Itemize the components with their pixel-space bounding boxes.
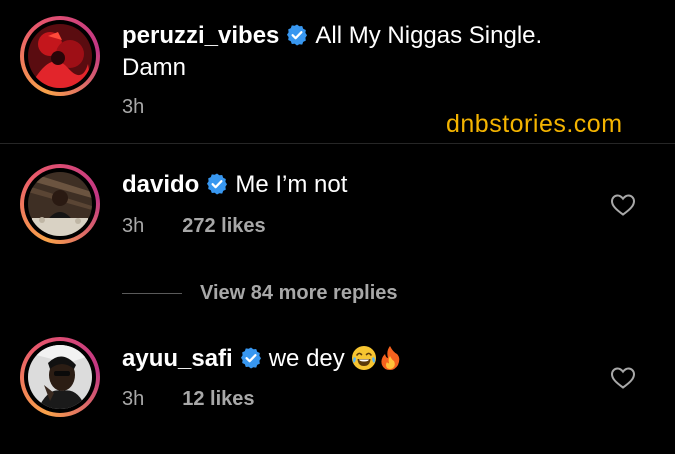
comment-text: we dey [268, 345, 345, 372]
heart-outline-icon[interactable] [610, 366, 636, 390]
comment-line: ayuu_safi we dey [122, 343, 403, 375]
verified-badge-icon [239, 346, 263, 370]
comment-text: Me I’m not [235, 171, 348, 198]
comment-line: davido Me I’m not [122, 169, 347, 201]
replies-line [122, 292, 182, 294]
caption-divider [0, 143, 675, 144]
comment-text: All My Niggas Single. [315, 22, 543, 49]
username[interactable]: davido [122, 171, 199, 198]
avatar-ayuu-safi [28, 345, 92, 409]
comment-meta: 3h [122, 96, 144, 119]
watermark: dnbstories.com [446, 110, 623, 138]
comment-line: peruzzi_vibes All My Niggas Single. [122, 20, 542, 52]
fire-emoji-icon [377, 345, 403, 371]
likes-count[interactable]: 272 likes [182, 215, 265, 237]
comment-text-line2: Damn [122, 54, 187, 81]
comment-time: 3h [122, 388, 145, 410]
story-ring-avatar[interactable] [20, 164, 100, 244]
avatar-peruzzi-vibes [28, 24, 92, 88]
story-ring-avatar[interactable] [20, 16, 100, 96]
username[interactable]: ayuu_safi [122, 345, 233, 372]
view-more-replies-label: View 84 more replies [200, 281, 398, 304]
view-more-replies-button[interactable]: View 84 more replies [122, 279, 398, 307]
verified-badge-icon [205, 172, 229, 196]
likes-count[interactable]: 12 likes [182, 388, 254, 410]
comment-meta: 3h 12 likes [122, 388, 255, 411]
heart-outline-icon[interactable] [610, 193, 636, 217]
comment-time: 3h [122, 215, 145, 237]
comment-meta: 3h 272 likes [122, 215, 266, 238]
verified-badge-icon [285, 23, 309, 47]
story-ring-avatar[interactable] [20, 337, 100, 417]
comment-time: 3h [122, 96, 145, 118]
username[interactable]: peruzzi_vibes [122, 22, 279, 49]
avatar-davido [28, 172, 92, 236]
joy-emoji-icon [351, 345, 377, 371]
